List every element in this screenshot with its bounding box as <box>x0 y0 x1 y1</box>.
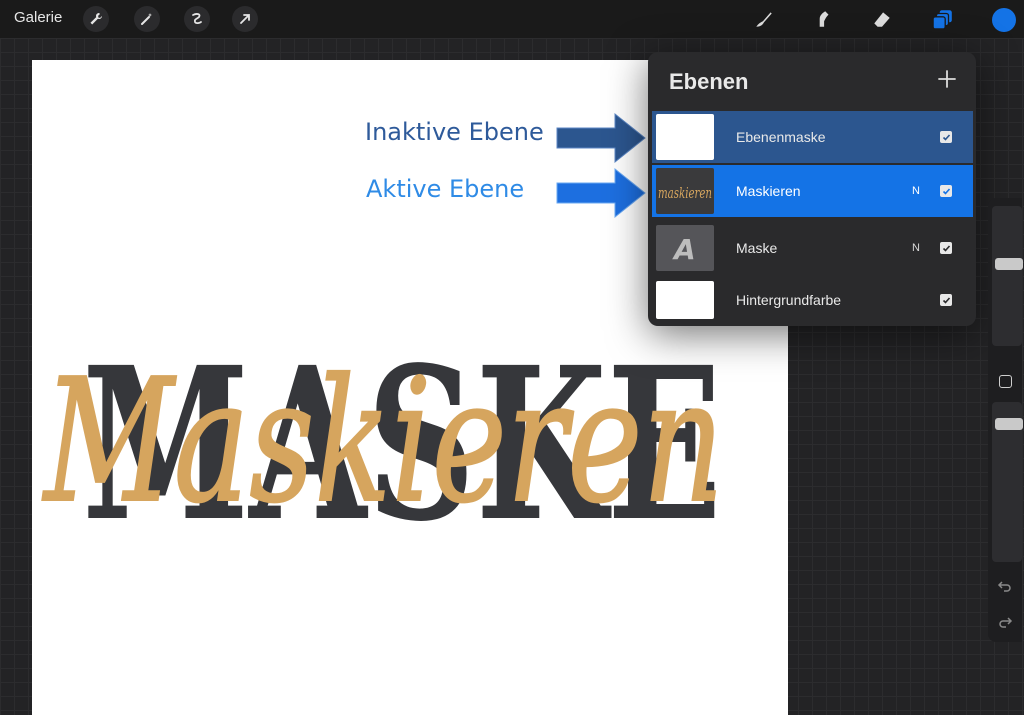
layer-thumbnail: A <box>656 225 714 271</box>
smudge-icon[interactable] <box>810 6 836 32</box>
layer-thumbnail <box>656 114 714 160</box>
svg-text:A: A <box>672 233 696 266</box>
blend-mode-button[interactable]: N <box>912 185 920 197</box>
modify-square-icon[interactable] <box>999 375 1012 388</box>
wrench-icon[interactable] <box>83 6 109 32</box>
layer-thumbnail <box>656 281 714 319</box>
layer-name: Maske <box>736 240 778 256</box>
layer-row-maskieren[interactable]: maskieren Maskieren N <box>652 165 973 217</box>
layer-name: Hintergrundfarbe <box>736 292 842 308</box>
layer-name: Ebenenmaske <box>736 129 826 145</box>
undo-icon[interactable] <box>997 578 1013 594</box>
layer-name: Maskieren <box>736 183 801 199</box>
sidebar <box>988 198 1023 642</box>
visibility-checkbox[interactable] <box>940 131 952 143</box>
top-toolbar: Galerie <box>0 0 1024 38</box>
visibility-checkbox[interactable] <box>940 294 952 306</box>
brush-size-slider[interactable] <box>992 206 1023 346</box>
opacity-thumb[interactable] <box>995 418 1023 430</box>
magic-wand-icon[interactable] <box>134 6 160 32</box>
layer-row-ebenenmaske[interactable]: Ebenenmaske <box>652 111 973 163</box>
brush-icon[interactable] <box>751 6 777 32</box>
brush-size-thumb[interactable] <box>995 258 1023 270</box>
plus-icon[interactable] <box>936 68 958 90</box>
redo-icon[interactable] <box>997 614 1013 630</box>
svg-text:maskieren: maskieren <box>658 184 712 202</box>
gallery-button[interactable]: Galerie <box>14 9 62 26</box>
visibility-checkbox[interactable] <box>940 185 952 197</box>
inactive-arrow-icon <box>556 112 646 164</box>
layer-row-hintergrundfarbe[interactable]: Hintergrundfarbe <box>652 274 973 326</box>
blend-mode-button[interactable]: N <box>912 242 920 254</box>
layers-panel-title: Ebenen <box>669 69 749 94</box>
opacity-slider[interactable] <box>992 402 1023 562</box>
selection-icon[interactable] <box>184 6 210 32</box>
inactive-layer-annotation: Inaktive Ebene <box>365 118 544 146</box>
visibility-checkbox[interactable] <box>940 242 952 254</box>
transform-arrow-icon[interactable] <box>232 6 258 32</box>
layers-panel: Ebenen Ebenenmaske maskieren Maskieren N… <box>648 52 976 326</box>
layer-thumbnail: maskieren <box>656 168 714 214</box>
layer-row-maske[interactable]: A Maske N <box>652 222 973 274</box>
layers-icon[interactable] <box>930 6 956 32</box>
active-layer-annotation: Aktive Ebene <box>366 175 525 203</box>
active-arrow-icon <box>556 167 646 219</box>
maskieren-text: Maskieren <box>42 343 724 541</box>
eraser-icon[interactable] <box>869 6 895 32</box>
color-picker-button[interactable] <box>992 8 1016 32</box>
